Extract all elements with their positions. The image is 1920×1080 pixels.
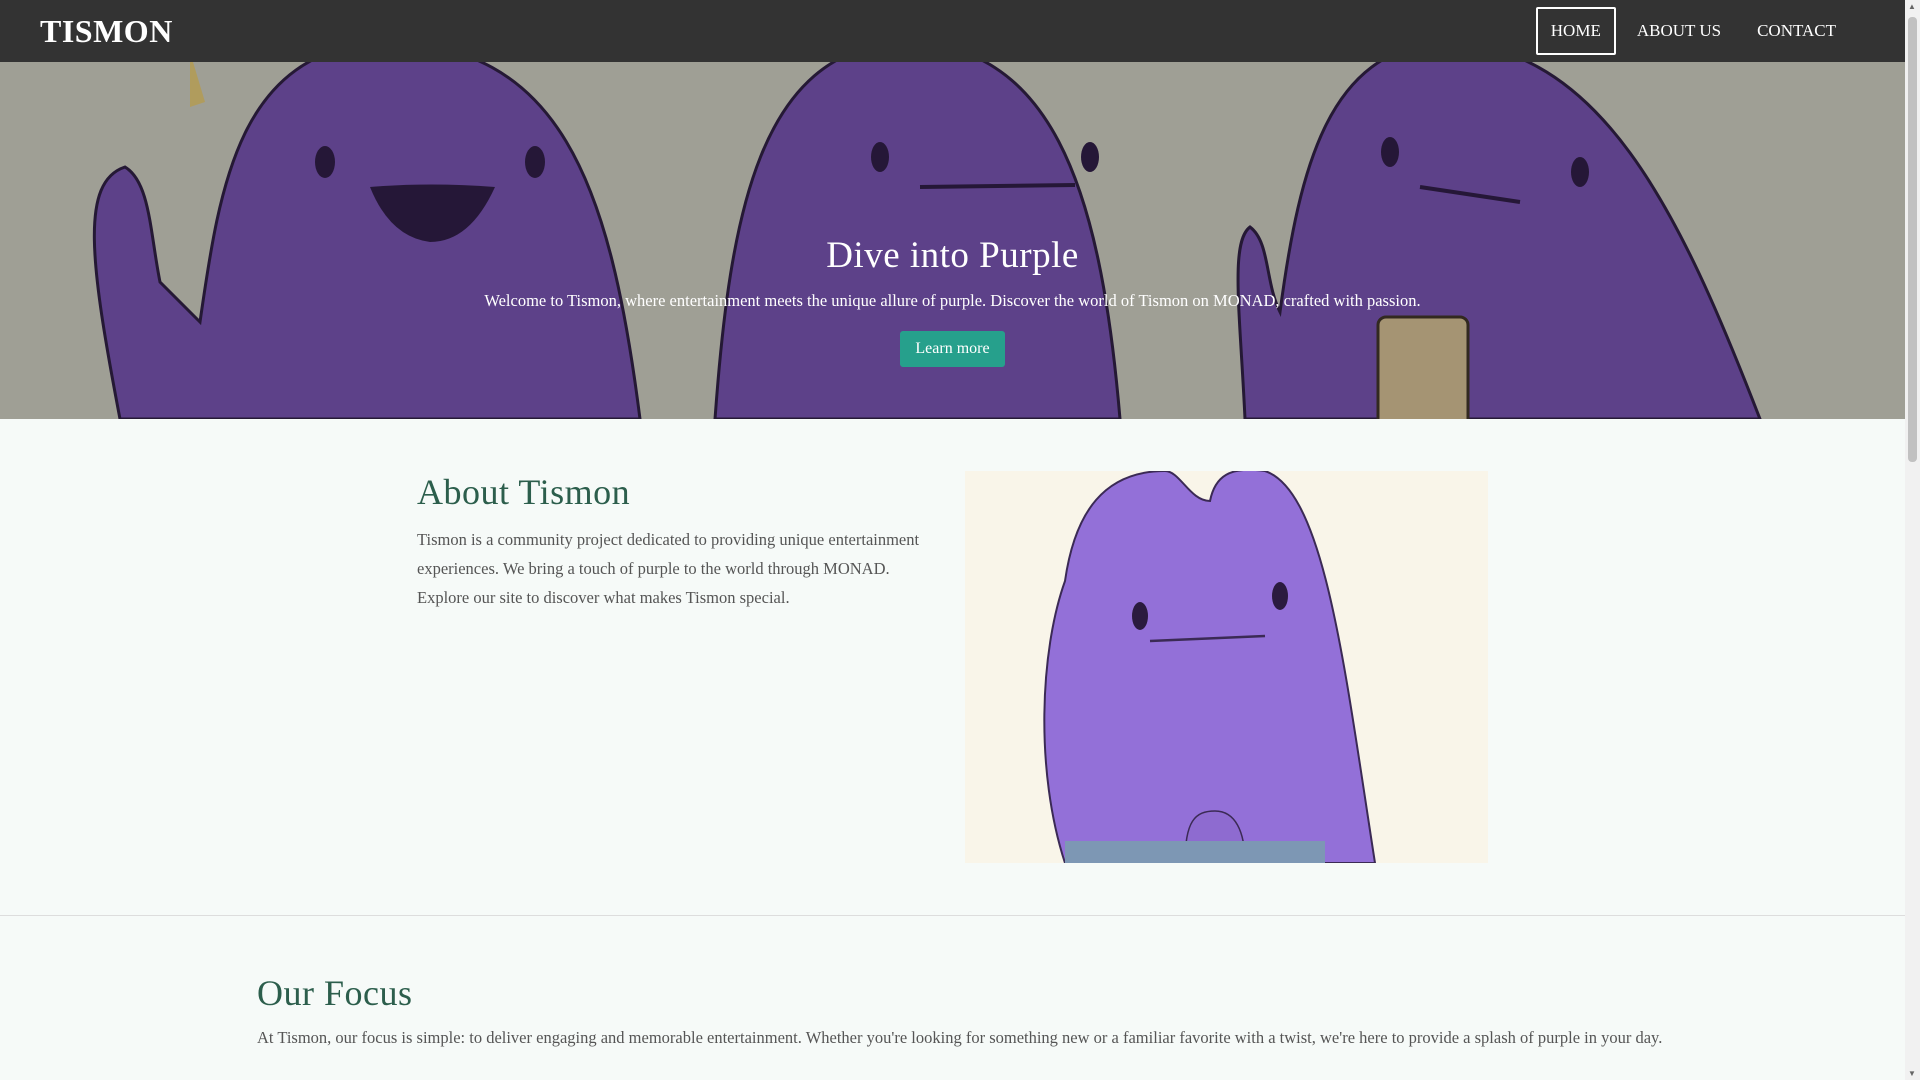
page-scrollbar[interactable]: ▲ ▼ xyxy=(1905,0,1920,1080)
about-title: About Tismon xyxy=(417,472,631,512)
learn-more-button[interactable]: Learn more xyxy=(900,331,1005,367)
about-text: Tismon is a community project dedicated … xyxy=(417,530,920,607)
focus-title: Our Focus xyxy=(257,973,413,1013)
hero-subtitle: Welcome to Tismon, where entertainment m… xyxy=(484,291,1421,310)
scrollbar-thumb[interactable] xyxy=(1908,17,1917,462)
nav-home[interactable]: HOME xyxy=(1535,7,1616,55)
scroll-up-icon[interactable]: ▲ xyxy=(1908,2,1916,11)
about-section: About Tismon Tismon is a community proje… xyxy=(0,419,1905,916)
scroll-down-icon[interactable]: ▼ xyxy=(1908,1069,1916,1078)
focus-text: At Tismon, our focus is simple: to deliv… xyxy=(257,1028,1663,1047)
hero-title: Dive into Purple xyxy=(826,235,1079,276)
top-navbar: TISMON HOME ABOUT US CONTACT xyxy=(0,0,1905,62)
hero-section: Dive into Purple Welcome to Tismon, wher… xyxy=(0,62,1905,419)
focus-section: Our Focus At Tismon, our focus is simple… xyxy=(0,916,1905,1048)
site-logo[interactable]: TISMON xyxy=(40,13,173,50)
tismon-character-image xyxy=(965,471,1488,863)
main-nav: HOME ABOUT US CONTACT xyxy=(1535,7,1851,55)
nav-contact[interactable]: CONTACT xyxy=(1742,7,1851,55)
nav-about-us[interactable]: ABOUT US xyxy=(1622,7,1736,55)
